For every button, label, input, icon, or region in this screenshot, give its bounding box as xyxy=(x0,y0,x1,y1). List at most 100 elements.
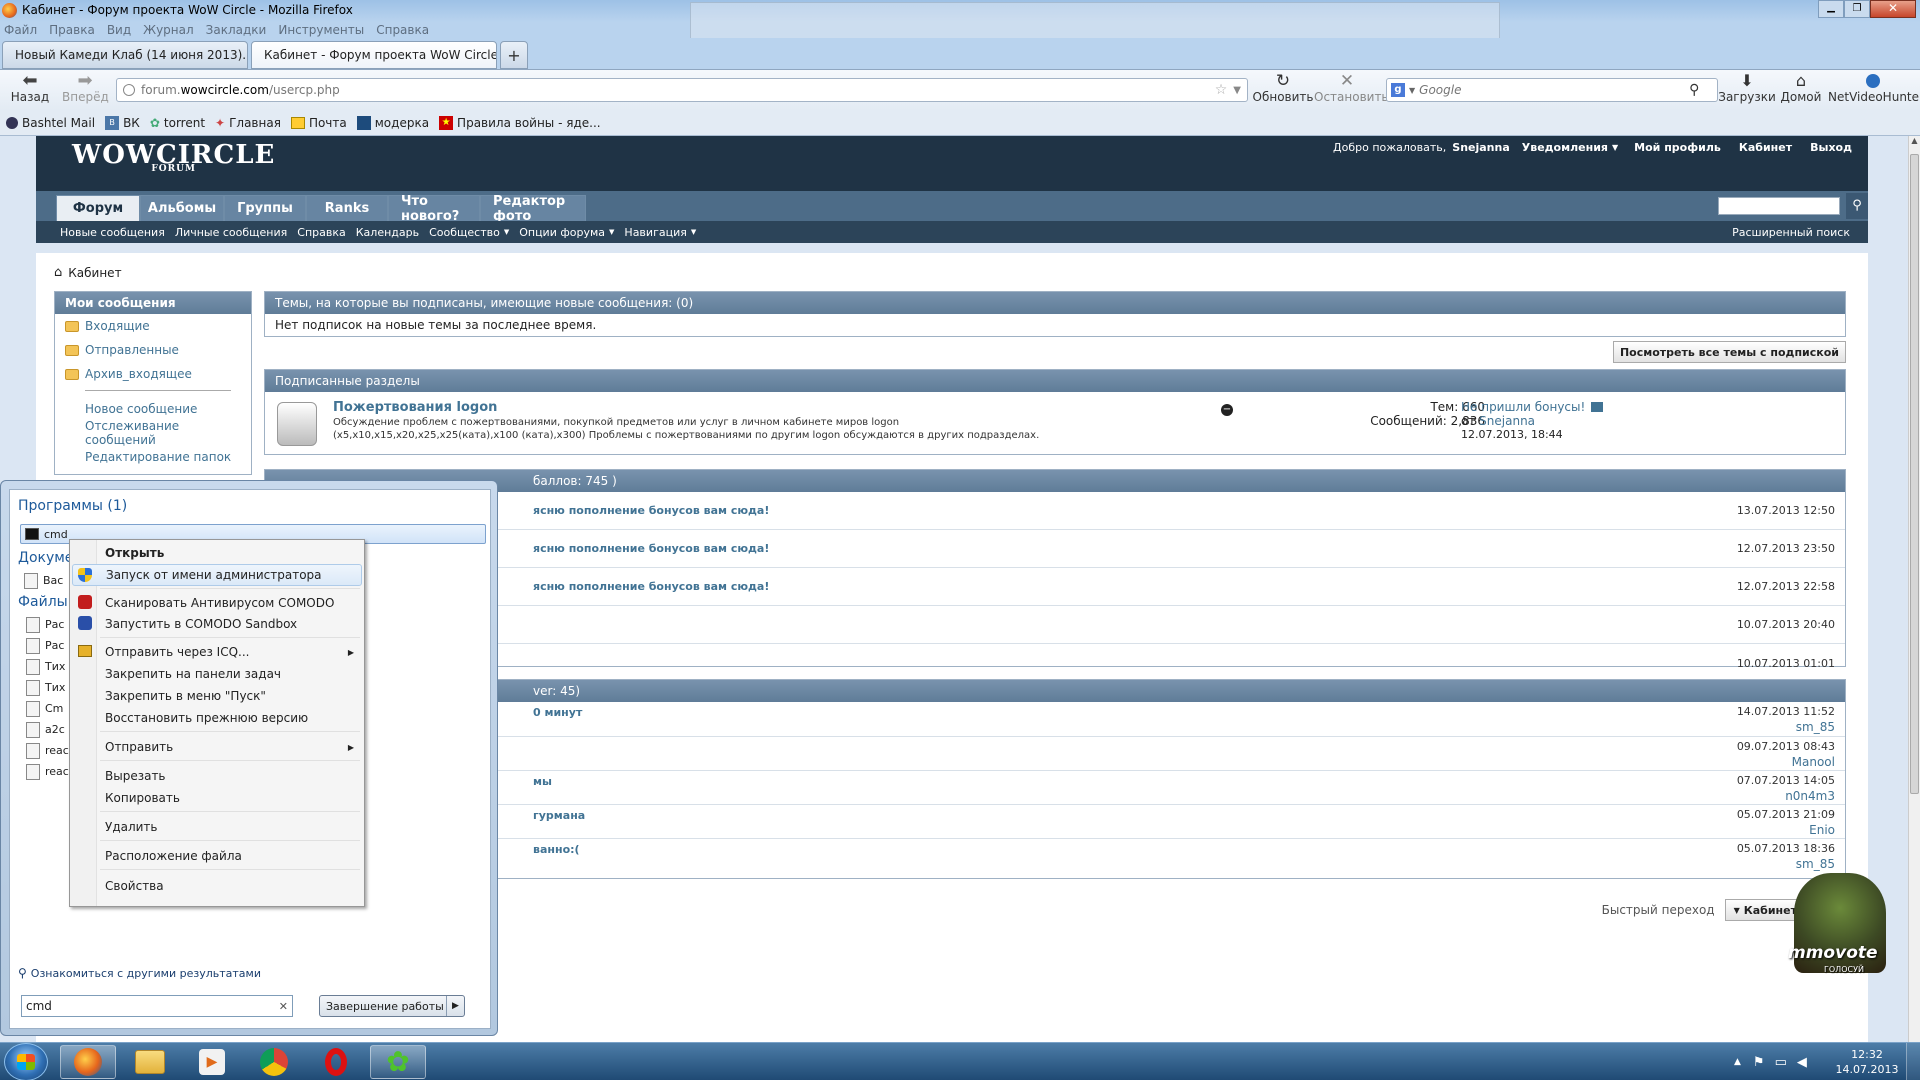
sidebar-message-tracking[interactable]: Отслеживание сообщений xyxy=(55,419,251,447)
file-item[interactable]: Тих xyxy=(26,677,69,698)
tab-albums[interactable]: Альбомы xyxy=(140,195,224,221)
ctx-scan-comodo[interactable]: Сканировать Антивирусом COMODO xyxy=(72,592,362,614)
shutdown-arrow-icon[interactable]: ▶ xyxy=(446,996,464,1016)
bookmark-main[interactable]: ✦ Главная xyxy=(215,116,281,130)
thread-author-link[interactable]: sm_85 xyxy=(1796,857,1835,871)
network-icon[interactable]: ▭ xyxy=(1775,1055,1787,1070)
page-scrollbar[interactable]: ▲ xyxy=(1908,136,1920,1042)
downloads-button[interactable]: ⬇ Загрузки xyxy=(1716,72,1778,105)
bookmark-bashtel-mail[interactable]: Bashtel Mail xyxy=(6,116,95,130)
subnav-help[interactable]: Справка xyxy=(297,226,345,239)
sidebar-item-archive[interactable]: Архив_входящее xyxy=(55,362,251,386)
start-search-box[interactable]: cmd ✕ xyxy=(21,995,293,1017)
sidebar-new-message[interactable]: Новое сообщение xyxy=(55,397,251,421)
notifications-menu[interactable]: Уведомления xyxy=(1522,141,1608,154)
new-tab-button[interactable]: + xyxy=(500,41,528,69)
tab-ranks[interactable]: Ranks xyxy=(306,195,388,221)
username-link[interactable]: Snejanna xyxy=(1452,141,1510,154)
subnav-community[interactable]: Сообщество xyxy=(429,226,500,239)
file-item[interactable]: reac xyxy=(26,740,69,761)
netvideohunter-button[interactable]: NetVideoHunter xyxy=(1828,72,1920,104)
ctx-comodo-sandbox[interactable]: Запустить в COMODO Sandbox xyxy=(72,613,362,635)
close-button[interactable]: ✕ xyxy=(1870,0,1916,18)
bookmark-rules-of-war[interactable]: ★ Правила войны - яде... xyxy=(439,115,601,130)
volume-icon[interactable]: ◀ xyxy=(1797,1055,1807,1070)
last-post-user-link[interactable]: Snejanna xyxy=(1479,414,1535,428)
tab-cabinet[interactable]: Кабинет - Форум проекта WoW Circle ✕ xyxy=(251,41,497,69)
menu-help[interactable]: Справка xyxy=(376,23,429,37)
forum-search-input[interactable] xyxy=(1718,197,1840,215)
subnav-new-posts[interactable]: Новые сообщения xyxy=(60,226,165,239)
subnav-calendar[interactable]: Календарь xyxy=(356,226,419,239)
clear-search-icon[interactable]: ✕ xyxy=(279,1000,288,1013)
tab-whats-new[interactable]: Что нового? xyxy=(388,194,480,224)
tray-expand-icon[interactable]: ▲ xyxy=(1734,1057,1741,1067)
bookmark-star-icon[interactable]: ☆ xyxy=(1215,82,1228,98)
forum-name-link[interactable]: Пожертвования logon xyxy=(333,400,497,415)
bookmark-vk[interactable]: B ВК xyxy=(105,115,140,130)
sidebar-item-inbox[interactable]: Входящие xyxy=(55,314,251,338)
thread-row[interactable]: ясню пополнение бонусов вам сюда! 12.07.2… xyxy=(265,530,1845,568)
start-button[interactable] xyxy=(4,1043,48,1080)
clock[interactable]: 12:32 14.07.2013 xyxy=(1830,1047,1904,1077)
cabinet-link[interactable]: Кабинет xyxy=(1739,141,1792,154)
file-item[interactable]: reac xyxy=(26,761,69,782)
search-icon[interactable]: ⚲ xyxy=(1689,82,1699,98)
ctx-copy[interactable]: Копировать xyxy=(72,787,362,809)
thread-row[interactable]: 10.07.2013 20:40 xyxy=(265,606,1845,644)
scroll-up-arrow-icon[interactable]: ▲ xyxy=(1909,136,1920,150)
menu-bookmarks[interactable]: Закладки xyxy=(206,23,267,37)
menu-tools[interactable]: Инструменты xyxy=(278,23,364,37)
stop-button[interactable]: ✕ Остановить xyxy=(1314,72,1389,104)
menu-history[interactable]: Журнал xyxy=(143,23,194,37)
ctx-send-to[interactable]: Отправить ▶ xyxy=(72,736,362,758)
file-item[interactable]: a2c xyxy=(26,719,69,740)
thread-row[interactable]: ванно:(05.07.2013 18:36 sm_85 xyxy=(265,839,1845,873)
ctx-run-as-admin[interactable]: Запуск от имени администратора xyxy=(72,564,362,586)
start-search-input[interactable]: cmd xyxy=(26,999,52,1013)
thread-row[interactable]: гурмана 05.07.2013 21:09 Enio xyxy=(265,805,1845,839)
forward-button[interactable]: ➡ Вперёд xyxy=(62,72,109,105)
ctx-restore-version[interactable]: Восстановить прежнюю версию xyxy=(72,707,362,729)
minus-circle-icon[interactable]: − xyxy=(1221,404,1233,416)
ctx-properties[interactable]: Свойства xyxy=(72,875,362,897)
home-button[interactable]: ⌂ Домой xyxy=(1776,72,1826,105)
thread-author-link[interactable]: Manool xyxy=(1792,755,1835,769)
menu-edit[interactable]: Правка xyxy=(49,23,95,37)
search-box[interactable]: g ▼ ⚲ xyxy=(1386,78,1718,102)
taskbar-explorer[interactable] xyxy=(122,1045,178,1079)
file-item[interactable]: Рас xyxy=(26,635,69,656)
bookmark-moderka[interactable]: модерка xyxy=(356,115,429,130)
my-profile-link[interactable]: Мой профиль xyxy=(1634,141,1721,154)
shutdown-button[interactable]: Завершение работы ▶ xyxy=(319,995,465,1017)
maximize-button[interactable]: ❐ xyxy=(1844,0,1870,18)
ctx-delete[interactable]: Удалить xyxy=(72,816,362,838)
search-input[interactable] xyxy=(1419,83,1690,97)
sidebar-edit-folders[interactable]: Редактирование папок xyxy=(55,445,251,469)
sidebar-item-sent[interactable]: Отправленные xyxy=(55,338,251,362)
thread-row[interactable]: 10.07.2013 01:01 xyxy=(265,644,1845,682)
tab-photo-editor[interactable]: Редактор фото xyxy=(480,194,586,224)
chevron-down-icon[interactable]: ▼ xyxy=(1409,86,1415,95)
ctx-pin-start[interactable]: Закрепить в меню "Пуск" xyxy=(72,685,362,707)
file-item[interactable]: Рас xyxy=(26,614,69,635)
view-all-subscriptions-button[interactable]: Посмотреть все темы с подпиской xyxy=(1612,341,1846,363)
ctx-pin-taskbar[interactable]: Закрепить на панели задач xyxy=(72,663,362,685)
subnav-forum-options[interactable]: Опции форума xyxy=(519,226,605,239)
taskbar-icq[interactable]: ✿ xyxy=(370,1045,426,1079)
google-icon[interactable]: g xyxy=(1391,83,1405,97)
bookmark-mail[interactable]: Почта xyxy=(290,116,347,130)
reload-button[interactable]: ↻ Обновить xyxy=(1252,72,1314,104)
minimize-button[interactable]: ▁ xyxy=(1818,0,1844,18)
subnav-navigation[interactable]: Навигация xyxy=(624,226,686,239)
action-center-icon[interactable]: ⚑ xyxy=(1753,1055,1765,1070)
ctx-open[interactable]: Открыть xyxy=(72,542,362,564)
menu-file[interactable]: Файл xyxy=(4,23,37,37)
mmovote-banner[interactable]: mmovote ГОЛОСУЙ xyxy=(1784,873,1894,983)
advanced-search-link[interactable]: Расширенный поиск xyxy=(1732,226,1850,239)
file-item[interactable]: Тих xyxy=(26,656,69,677)
url-bar[interactable]: forum. wowcircle.com/usercp.php ☆ ▼ xyxy=(116,78,1248,102)
back-button[interactable]: ⬅ Назад xyxy=(10,72,50,105)
thread-row[interactable]: мы 07.07.2013 14:05 n0n4m3 xyxy=(265,771,1845,805)
file-item[interactable]: Cm xyxy=(26,698,69,719)
